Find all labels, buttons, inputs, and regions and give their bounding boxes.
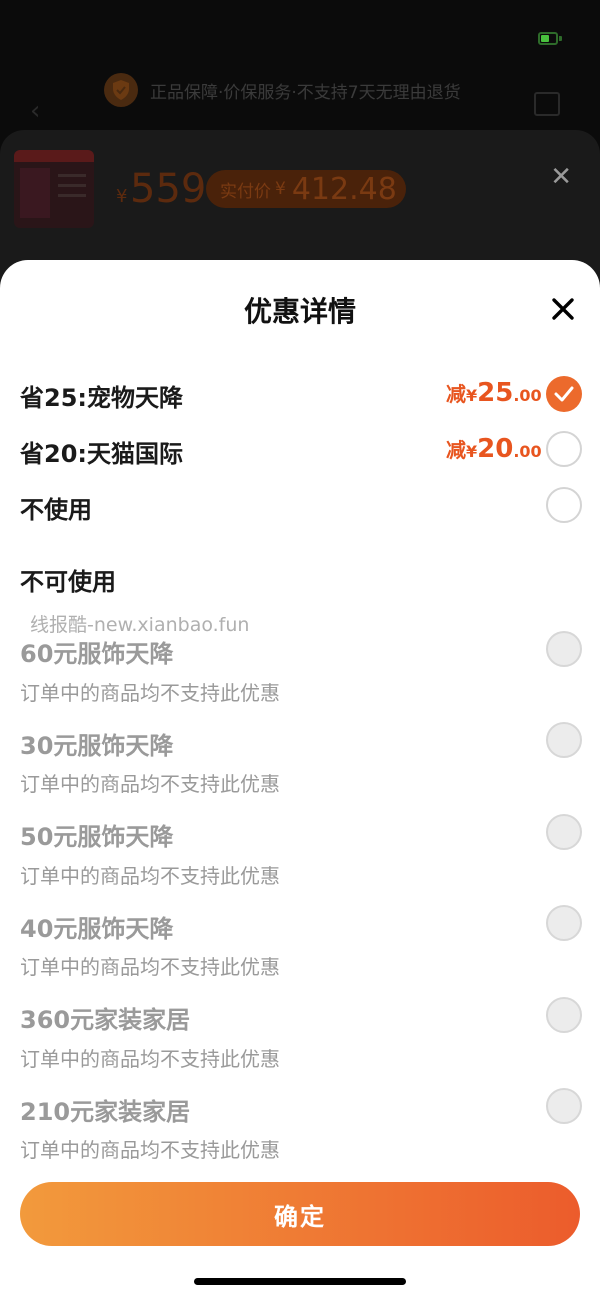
unavailable-radio (546, 722, 582, 758)
panel-title: 优惠详情 (243, 295, 356, 328)
unavailable-radio (546, 997, 582, 1033)
background-close-icon: ✕ (550, 162, 572, 192)
coupon-option-label: 省25:宠物天降 (20, 384, 183, 412)
coupon-discount-amount: 减¥20.00 (446, 434, 542, 464)
guarantee-text: 正品保障·价保服务·不支持7天无理由退货 (150, 82, 461, 103)
no-coupon-radio[interactable] (546, 487, 582, 523)
share-icon (534, 92, 560, 116)
unavailable-radio (546, 631, 582, 667)
close-icon[interactable] (546, 292, 580, 326)
unavailable-coupon-desc: 订单中的商品均不支持此优惠 (20, 681, 280, 705)
unavailable-coupon-desc: 订单中的商品均不支持此优惠 (20, 1047, 280, 1071)
battery-icon (538, 32, 562, 45)
home-indicator[interactable] (194, 1278, 406, 1285)
coupon-radio-selected[interactable] (546, 376, 582, 412)
unavailable-coupon-desc: 订单中的商品均不支持此优惠 (20, 1138, 280, 1162)
paid-price-currency: ¥ (275, 179, 286, 199)
coupon-discount-amount: 减¥25.00 (446, 378, 542, 408)
guarantee-banner: 正品保障·价保服务·不支持7天无理由退货 (104, 70, 504, 110)
unavailable-coupon-desc: 订单中的商品均不支持此优惠 (20, 955, 280, 979)
unavailable-coupon-name: 210元家装家居 (20, 1098, 191, 1126)
confirm-button[interactable]: 确定 (20, 1182, 580, 1246)
unavailable-radio (546, 905, 582, 941)
unavailable-coupon-name: 60元服饰天降 (20, 640, 174, 668)
unavailable-coupon-name: 360元家装家居 (20, 1006, 191, 1034)
unavailable-coupon-name: 50元服饰天降 (20, 823, 174, 851)
shield-icon (104, 73, 138, 107)
unavailable-header: 不可使用 (20, 568, 116, 596)
back-arrow-icon: ‹ (30, 96, 41, 126)
unavailable-coupon-desc: 订单中的商品均不支持此优惠 (20, 864, 280, 888)
checkmark-icon (554, 386, 574, 402)
unavailable-coupon-name: 30元服饰天降 (20, 732, 174, 760)
paid-price-label: 实付价 (220, 181, 271, 202)
status-bar (0, 0, 600, 70)
unavailable-coupon-desc: 订单中的商品均不支持此优惠 (20, 772, 280, 796)
product-price: 559 (130, 166, 207, 212)
unavailable-radio (546, 814, 582, 850)
coupon-option-label: 省20:天猫国际 (20, 440, 183, 468)
price-currency: ¥ (116, 186, 128, 207)
paid-price-badge: 实付价 ¥ 412.48 (206, 170, 406, 208)
coupon-radio[interactable] (546, 431, 582, 467)
unavailable-radio (546, 1088, 582, 1124)
coupon-option-label: 不使用 (20, 496, 92, 524)
product-thumbnail (14, 150, 94, 228)
unavailable-coupon-name: 40元服饰天降 (20, 915, 174, 943)
paid-price-amount: 412.48 (291, 171, 397, 207)
watermark-text: 线报酷-new.xianbao.fun (30, 614, 250, 636)
